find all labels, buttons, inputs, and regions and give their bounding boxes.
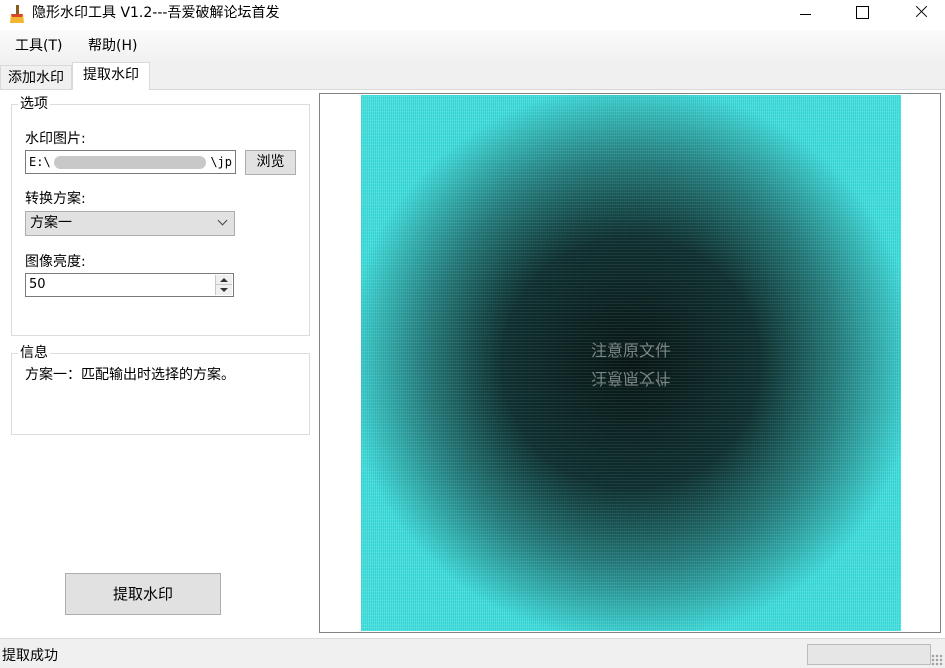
brightness-value: 50 [29, 277, 46, 292]
stepper-up-icon[interactable] [216, 275, 232, 285]
image-noise-texture [361, 95, 901, 631]
resize-grip-icon[interactable] [931, 654, 943, 666]
close-button[interactable] [897, 0, 943, 30]
menu-tools[interactable]: 工具(T) [15, 37, 62, 55]
tab-extract-watermark[interactable]: 提取水印 [72, 62, 150, 90]
extract-watermark-button[interactable]: 提取水印 [65, 573, 221, 615]
watermark-image-label: 水印图片: [25, 131, 86, 147]
scheme-select[interactable]: 方案一 [25, 211, 235, 236]
scheme-label: 转换方案: [25, 191, 86, 207]
watermark-text-mirrored: 注意原文件 [590, 369, 671, 388]
broom-icon [10, 5, 24, 23]
preview-pane: 注意原文件 注意原文件 [319, 93, 941, 633]
window-title: 隐形水印工具 V1.2---吾爱破解论坛首发 [32, 5, 280, 21]
path-redacted [54, 156, 206, 169]
brightness-stepper[interactable]: 50 [25, 273, 234, 297]
info-text: 方案一：匹配输出时选择的方案。 [25, 367, 235, 383]
maximize-button[interactable] [838, 0, 884, 30]
scheme-select-value: 方案一 [30, 215, 72, 231]
tab-add-watermark[interactable]: 添加水印 [0, 65, 72, 89]
minimize-button[interactable] [782, 0, 828, 30]
chevron-down-icon [217, 215, 228, 226]
stepper-buttons [215, 275, 232, 295]
menu-help[interactable]: 帮助(H) [88, 37, 137, 55]
progress-bar [807, 644, 931, 665]
browse-button[interactable]: 浏览 [245, 150, 296, 175]
stepper-down-icon[interactable] [216, 285, 232, 295]
menu-bar: 工具(T) 帮助(H) [0, 30, 945, 61]
path-prefix: E:\ [29, 155, 51, 169]
status-text: 提取成功 [2, 648, 58, 664]
brightness-label: 图像亮度: [25, 254, 86, 270]
status-bar: 提取成功 [0, 638, 945, 668]
watermark-path-input[interactable]: E:\ \jp [25, 150, 236, 174]
options-group-title: 选项 [18, 95, 50, 113]
info-group-title: 信息 [18, 344, 50, 362]
watermark-text: 注意原文件 [590, 341, 671, 360]
path-suffix: \jp [210, 155, 232, 169]
title-bar: 隐形水印工具 V1.2---吾爱破解论坛首发 [0, 0, 945, 30]
extracted-watermark-image: 注意原文件 注意原文件 [361, 95, 901, 631]
